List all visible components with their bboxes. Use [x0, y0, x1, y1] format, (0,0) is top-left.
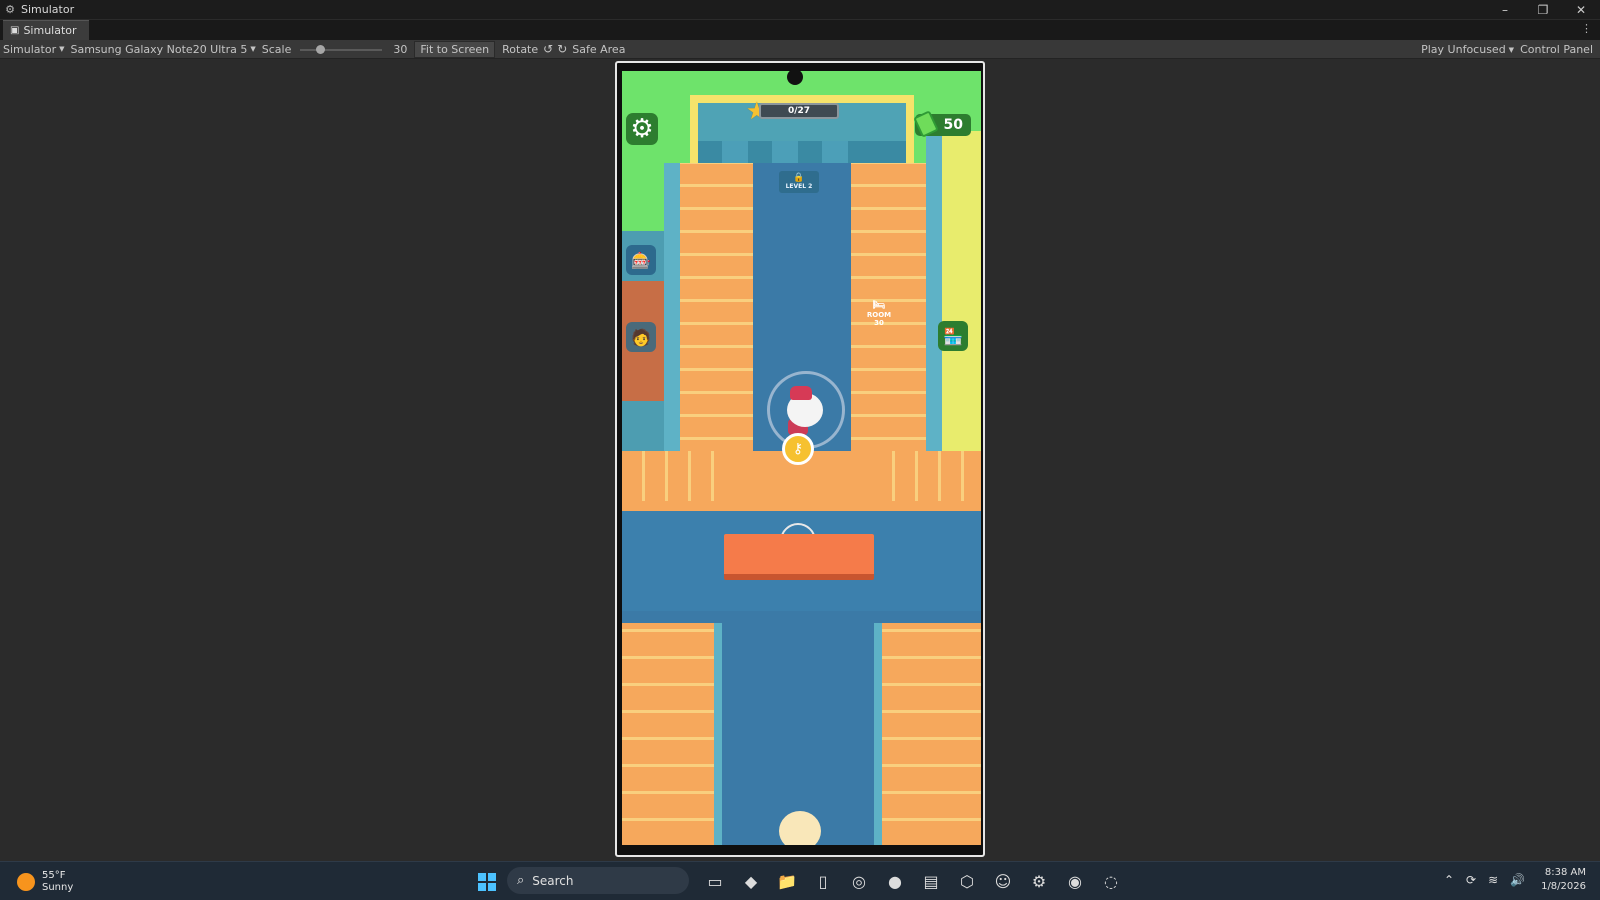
- close-button[interactable]: ✕: [1562, 0, 1600, 19]
- control-panel-button[interactable]: Control Panel: [1517, 40, 1596, 59]
- caret-down-icon: ▼: [1508, 45, 1515, 54]
- restore-button[interactable]: ❐: [1524, 0, 1562, 19]
- clock[interactable]: 8:38 AM 1/8/2026: [1541, 866, 1586, 894]
- scale-slider[interactable]: [300, 40, 383, 59]
- money-value: 50: [943, 117, 963, 133]
- room-unlock-sign[interactable]: 🛏 ROOM 30: [858, 301, 900, 331]
- bottom-left-room: [622, 623, 722, 845]
- safe-area-toggle[interactable]: Safe Area: [569, 40, 628, 59]
- tab-bar: ▣ Simulator: [0, 20, 1600, 40]
- windows-start-icon[interactable]: [478, 873, 496, 891]
- rotate-right-icon[interactable]: ↻: [557, 42, 567, 56]
- edge-icon[interactable]: ●: [877, 868, 913, 894]
- app-icon[interactable]: ◌: [1093, 868, 1129, 894]
- window-title: Simulator: [21, 3, 75, 16]
- tab-label: Simulator: [23, 24, 77, 37]
- lock-icon: 🔒: [793, 173, 805, 183]
- device-dropdown[interactable]: Samsung Galaxy Note20 Ultra 5 ▼: [67, 40, 258, 59]
- shelf-slot: [822, 141, 848, 163]
- device-label: Samsung Galaxy Note20 Ultra 5: [70, 42, 248, 56]
- search-placeholder: Search: [532, 873, 574, 888]
- caret-down-icon: ▼: [250, 45, 256, 53]
- level-door-label: LEVEL 2: [785, 183, 813, 190]
- window-controls: – ❐ ✕: [1486, 0, 1600, 19]
- search-icon: ⌕: [517, 873, 525, 888]
- play-mode-dropdown[interactable]: Play Unfocused ▼: [1418, 40, 1517, 59]
- wifi-icon[interactable]: ≋: [1488, 873, 1498, 887]
- room-price: 30: [874, 319, 884, 327]
- weather-temp: 55°F: [42, 870, 66, 881]
- simulator-icon: ▣: [10, 25, 20, 36]
- clock-time: 8:38 AM: [1544, 867, 1586, 878]
- github-icon[interactable]: ◎: [841, 868, 877, 894]
- staff-icon[interactable]: 🧑: [626, 322, 656, 352]
- simulator-toolbar: Simulator ▼ Samsung Galaxy Note20 Ultra 5…: [0, 40, 1600, 59]
- chevron-up-icon[interactable]: ⌃: [1444, 873, 1454, 887]
- mode-label: Simulator: [3, 42, 57, 56]
- reception-counter[interactable]: [724, 534, 874, 580]
- minimize-button[interactable]: –: [1486, 0, 1524, 19]
- file-explorer-icon[interactable]: 📁: [769, 868, 805, 894]
- pinned-apps: ▭ ◆ 📁 ▯ ◎ ● ▤ ⬡ ☺ ⚙ ◉ ◌: [697, 868, 1129, 894]
- rotate-label: Rotate: [502, 42, 539, 56]
- key-icon: ⚷: [782, 433, 814, 465]
- mid-floor-left: [622, 451, 732, 501]
- left-wall: [664, 163, 680, 463]
- rotate-left-icon[interactable]: ↺: [543, 42, 553, 56]
- shop-icon[interactable]: 🏪: [938, 321, 968, 351]
- room-sign-label: ROOM: [866, 311, 892, 319]
- copilot-icon[interactable]: ◆: [733, 868, 769, 894]
- window-titlebar: ⚙ Simulator – ❐ ✕: [0, 0, 1600, 19]
- toolbar-right: Play Unfocused ▼ Control Panel: [1418, 40, 1596, 59]
- tab-simulator[interactable]: ▣ Simulator: [3, 20, 89, 40]
- bottom-right-room: [874, 623, 981, 845]
- star-progress-bar: 0/27: [759, 103, 839, 119]
- taskbar-search[interactable]: ⌕ Search: [507, 867, 689, 894]
- bed-icon: 🛏: [872, 300, 886, 311]
- scale-label: Scale: [261, 42, 292, 56]
- weather-desc: Sunny: [42, 882, 74, 893]
- chrome-icon[interactable]: ◉: [1057, 868, 1093, 894]
- system-tray: ⌃ ⟳ ≋ 🔊 8:38 AM 1/8/2026: [1432, 866, 1586, 894]
- vending-machine-icon[interactable]: 🎰: [626, 245, 656, 275]
- sync-icon[interactable]: ⟳: [1466, 873, 1476, 887]
- level-door[interactable]: 🔒 LEVEL 2: [779, 171, 819, 193]
- fit-to-screen-button[interactable]: Fit to Screen: [414, 40, 496, 58]
- slider-track: [300, 48, 383, 51]
- play-mode-label: Play Unfocused: [1421, 43, 1506, 56]
- unity-icon: ⚙: [5, 3, 15, 16]
- mid-floor-right: [872, 451, 981, 501]
- discord-icon[interactable]: ☺: [985, 868, 1021, 894]
- mode-dropdown[interactable]: Simulator ▼: [0, 40, 67, 59]
- unity-hub-icon[interactable]: ⬡: [949, 868, 985, 894]
- notepad-icon[interactable]: ▯: [805, 868, 841, 894]
- windows-taskbar: 55°F Sunny ⌕ Search ▭ ◆ 📁 ▯ ◎ ● ▤ ⬡ ☺ ⚙ …: [0, 861, 1600, 900]
- right-wall: [926, 131, 942, 461]
- settings-gear-icon[interactable]: ⚙: [626, 113, 658, 145]
- unity-editor-icon[interactable]: ⚙: [1021, 868, 1057, 894]
- notes-icon[interactable]: ▤: [913, 868, 949, 894]
- volume-icon[interactable]: 🔊: [1510, 873, 1525, 887]
- scale-value: 30: [393, 42, 408, 56]
- more-menu-icon[interactable]: ⋮: [1581, 22, 1592, 35]
- slider-knob[interactable]: [316, 44, 326, 54]
- caret-down-icon: ▼: [59, 45, 65, 53]
- lower-corridor: [753, 611, 851, 845]
- clock-date: 1/8/2026: [1541, 881, 1586, 892]
- front-camera: [787, 69, 803, 85]
- device-frame: 🔒 LEVEL 2 🛏 ROOM 30 ⚷ ⚙ ★ 0/27 50 🏪 🎰 🧑: [615, 61, 985, 857]
- customer: [779, 811, 821, 845]
- right-outer-wall: [936, 131, 981, 461]
- weather-widget[interactable]: 55°F Sunny: [17, 870, 73, 894]
- game-screen[interactable]: 🔒 LEVEL 2 🛏 ROOM 30 ⚷ ⚙ ★ 0/27 50 🏪 🎰 🧑: [622, 71, 981, 845]
- star-progress-text: 0/27: [787, 106, 811, 116]
- sun-icon: [17, 873, 35, 891]
- task-view-icon[interactable]: ▭: [697, 868, 733, 894]
- shelf-slot: [772, 141, 798, 163]
- shelf-slot: [722, 141, 748, 163]
- player-hat: [790, 386, 812, 400]
